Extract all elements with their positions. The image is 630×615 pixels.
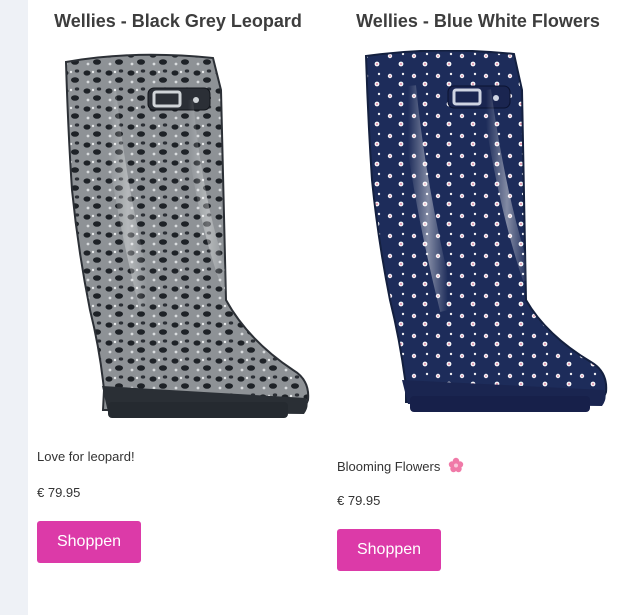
product-card-flowers: Wellies - Blue White Flowers Blooming Fl… [328,0,628,615]
product-description: Love for leopard! [37,449,135,464]
description-text: Blooming Flowers [337,459,441,474]
product-title[interactable]: Wellies - Black Grey Leopard [28,11,328,32]
product-title[interactable]: Wellies - Blue White Flowers [328,11,628,32]
shoppen-button[interactable]: Shoppen [37,521,141,563]
leopard-boot-image[interactable] [38,50,323,425]
pink-flower-icon [448,457,464,473]
product-grid: Wellies - Black Grey Leopard Love for le… [28,0,630,615]
shoppen-button[interactable]: Shoppen [337,529,441,571]
product-card-leopard: Wellies - Black Grey Leopard Love for le… [28,0,328,615]
floral-boot-image[interactable] [336,50,621,425]
product-price: € 79.95 [37,485,81,500]
product-price: € 79.95 [337,493,381,508]
product-description: Blooming Flowers [337,457,464,474]
